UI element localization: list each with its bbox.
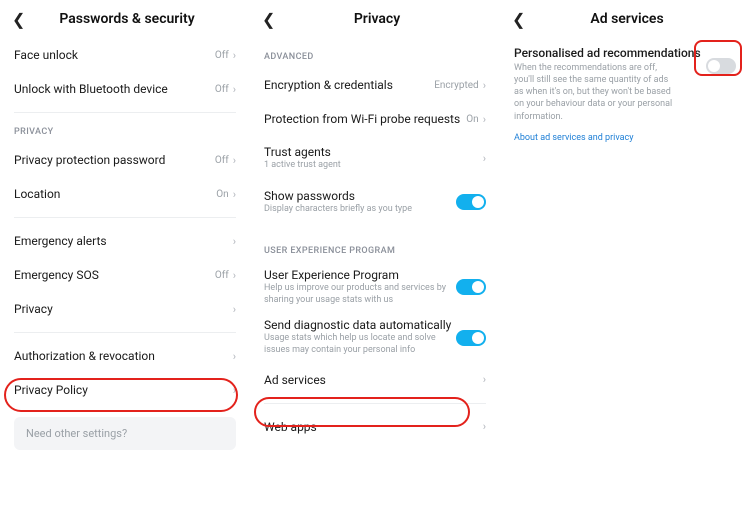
- sub: Usage stats which help us locate and sol…: [264, 333, 456, 356]
- row-privacy[interactable]: Privacy ›: [14, 292, 236, 326]
- toggle-uep[interactable]: [456, 279, 486, 295]
- content: ADVANCED Encryption & credentials Encryp…: [250, 34, 500, 444]
- privacy-pane: ❮ Privacy ADVANCED Encryption & credenti…: [250, 0, 500, 506]
- value: On: [466, 114, 478, 125]
- row-privacy-policy[interactable]: Privacy Policy ›: [14, 373, 236, 407]
- row-ad-services[interactable]: Ad services ›: [264, 363, 486, 397]
- chevron-right-icon: ›: [483, 79, 486, 92]
- value: Off: [215, 84, 229, 95]
- page-title: Privacy: [266, 11, 488, 27]
- header: ❮ Privacy: [250, 0, 500, 34]
- value: Off: [215, 155, 229, 166]
- row-privacy-password[interactable]: Privacy protection password Off ›: [14, 143, 236, 177]
- sub: Display characters briefly as you type: [264, 204, 456, 216]
- value: On: [216, 189, 228, 200]
- row-show-passwords[interactable]: Show passwords Display characters briefl…: [264, 180, 486, 224]
- sub: 1 active trust agent: [264, 160, 483, 172]
- label: Ad services: [264, 373, 483, 387]
- toggle-personalised-ads[interactable]: [706, 58, 736, 74]
- section-uep: USER EXPERIENCE PROGRAM: [264, 246, 486, 256]
- label: Encryption & credentials: [264, 78, 434, 92]
- row-authorization-revocation[interactable]: Authorization & revocation ›: [14, 339, 236, 373]
- label: Privacy Policy: [14, 383, 233, 397]
- row-face-unlock[interactable]: Face unlock Off ›: [14, 38, 236, 72]
- label: Unlock with Bluetooth device: [14, 82, 215, 96]
- label: Send diagnostic data automatically: [264, 318, 456, 332]
- chevron-right-icon: ›: [483, 113, 486, 126]
- chevron-right-icon: ›: [233, 154, 236, 167]
- row-emergency-alerts[interactable]: Emergency alerts ›: [14, 224, 236, 258]
- row-encryption[interactable]: Encryption & credentials Encrypted ›: [264, 68, 486, 102]
- chevron-right-icon: ›: [233, 235, 236, 248]
- label: Protection from Wi-Fi probe requests: [264, 112, 466, 126]
- section-advanced: ADVANCED: [264, 52, 486, 62]
- sub: Help us improve our products and service…: [264, 283, 456, 306]
- row-web-apps[interactable]: Web apps ›: [264, 410, 486, 444]
- chevron-right-icon: ›: [483, 373, 486, 386]
- divider: [264, 403, 486, 404]
- label: User Experience Program: [264, 268, 456, 282]
- chevron-right-icon: ›: [233, 83, 236, 96]
- row-trust-agents[interactable]: Trust agents 1 active trust agent ›: [264, 136, 486, 180]
- passwords-security-pane: ❮ Passwords & security Face unlock Off ›…: [0, 0, 250, 506]
- content: Personalised ad recommendations When the…: [500, 34, 750, 143]
- description: When the recommendations are off, you'll…: [514, 62, 674, 123]
- label: Emergency SOS: [14, 268, 215, 282]
- label: Face unlock: [14, 48, 215, 62]
- label: Web apps: [264, 420, 483, 434]
- header: ❮ Ad services: [500, 0, 750, 34]
- chevron-right-icon: ›: [233, 188, 236, 201]
- row-wifi-probe[interactable]: Protection from Wi-Fi probe requests On …: [264, 102, 486, 136]
- divider: [14, 332, 236, 333]
- label: Privacy: [14, 302, 233, 316]
- row-uep[interactable]: User Experience Program Help us improve …: [264, 262, 486, 312]
- row-diagnostic[interactable]: Send diagnostic data automatically Usage…: [264, 312, 486, 362]
- content: Face unlock Off › Unlock with Bluetooth …: [0, 34, 250, 450]
- chevron-right-icon: ›: [233, 49, 236, 62]
- ad-services-pane: ❮ Ad services Personalised ad recommenda…: [500, 0, 750, 506]
- section-privacy: PRIVACY: [14, 127, 236, 137]
- divider: [14, 112, 236, 113]
- value: Off: [215, 50, 229, 61]
- row-emergency-sos[interactable]: Emergency SOS Off ›: [14, 258, 236, 292]
- page-title: Ad services: [516, 11, 738, 27]
- label: Show passwords: [264, 189, 456, 203]
- row-location[interactable]: Location On ›: [14, 177, 236, 211]
- value: Off: [215, 270, 229, 281]
- row-personalised-ads[interactable]: Personalised ad recommendations When the…: [514, 38, 736, 133]
- link-about-ad-services[interactable]: About ad services and privacy: [514, 133, 736, 143]
- label: Authorization & revocation: [14, 349, 233, 363]
- header: ❮ Passwords & security: [0, 0, 250, 34]
- chevron-right-icon: ›: [483, 152, 486, 165]
- chevron-right-icon: ›: [233, 303, 236, 316]
- toggle-show-passwords[interactable]: [456, 194, 486, 210]
- chevron-right-icon: ›: [233, 384, 236, 397]
- footer-need-other[interactable]: Need other settings?: [14, 417, 236, 450]
- label: Personalised ad recommendations: [514, 46, 706, 60]
- label: Location: [14, 187, 216, 201]
- row-bluetooth-unlock[interactable]: Unlock with Bluetooth device Off ›: [14, 72, 236, 106]
- label: Emergency alerts: [14, 234, 233, 248]
- label: Trust agents: [264, 145, 483, 159]
- page-title: Passwords & security: [16, 11, 238, 27]
- chevron-right-icon: ›: [233, 350, 236, 363]
- chevron-right-icon: ›: [483, 420, 486, 433]
- label: Privacy protection password: [14, 153, 215, 167]
- toggle-diagnostic[interactable]: [456, 330, 486, 346]
- value: Encrypted: [434, 80, 478, 91]
- chevron-right-icon: ›: [233, 269, 236, 282]
- divider: [14, 217, 236, 218]
